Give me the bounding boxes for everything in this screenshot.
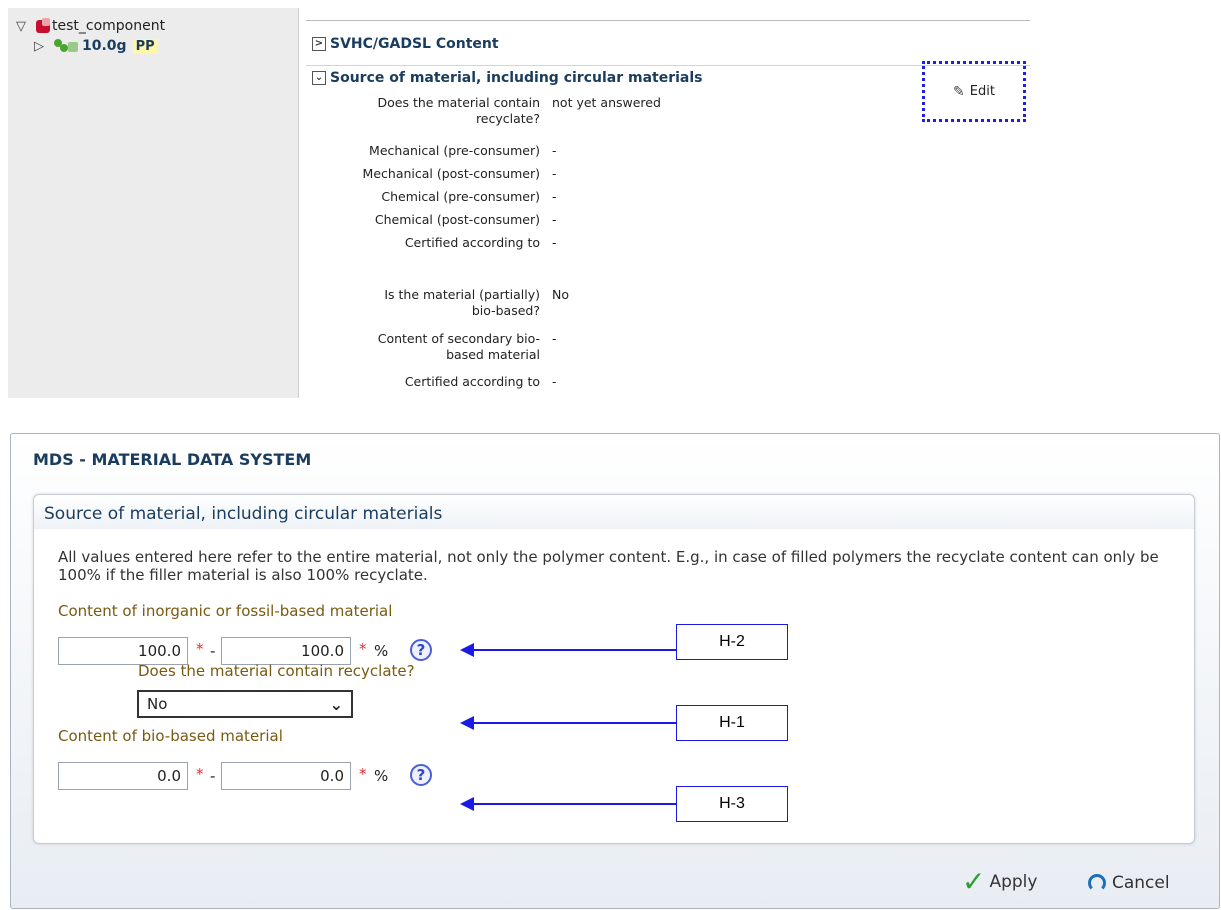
range-dash: - (210, 767, 216, 785)
inorganic-min-input[interactable]: 100.0 (58, 637, 188, 665)
material-type-badge: PP (132, 38, 158, 54)
detail-panel: > SVHC/GADSL Content ⌄ Source of materia… (300, 8, 1030, 398)
apply-label: Apply (989, 872, 1038, 892)
row-value: - (552, 166, 557, 181)
dialog-title: MDS - MATERIAL DATA SYSTEM (33, 450, 312, 469)
row-label: Certified according to (404, 235, 540, 250)
edit-label: Edit (969, 84, 995, 99)
component-icon (36, 17, 50, 33)
recyclate-selected-value: No (147, 695, 168, 713)
required-mark: * (196, 765, 204, 783)
tree-panel: ▽ test_component ▷ 10.0g PP (8, 8, 299, 398)
section-svhc[interactable]: > SVHC/GADSL Content (312, 36, 499, 52)
row-value: - (552, 212, 557, 227)
recyclate-label: Does the material contain recyclate? (138, 662, 415, 680)
row-label: Certified according to (404, 374, 540, 389)
required-mark: * (196, 640, 204, 658)
help-icon[interactable]: ? (410, 639, 432, 661)
tree-node-label[interactable]: test_component (52, 18, 165, 34)
expand-toggle-icon[interactable]: ▷ (34, 39, 50, 54)
callout-h1: H-1 (676, 705, 788, 741)
callout-h2: H-2 (676, 624, 788, 660)
biobased-label: Content of bio-based material (58, 727, 283, 745)
edit-button[interactable]: ✎ Edit (922, 61, 1026, 122)
undo-icon (1088, 874, 1106, 892)
intro-text: All values entered here refer to the ent… (58, 548, 1159, 584)
row-value: - (552, 189, 557, 204)
row-value: not yet answered (552, 95, 661, 110)
annotation-arrow (460, 643, 676, 657)
row-value: - (552, 235, 557, 250)
pencil-icon: ✎ (953, 83, 965, 100)
row-value: - (552, 331, 557, 346)
material-weight[interactable]: 10.0g (82, 38, 127, 54)
tree-node-root[interactable]: ▽ test_component (16, 17, 165, 34)
collapse-icon[interactable]: ⌄ (312, 71, 326, 85)
checkmark-icon: ✓ (962, 865, 986, 898)
biobased-max-input[interactable]: 0.0 (221, 762, 351, 790)
row-value: - (552, 143, 557, 158)
row-label: Is the material (partially) bio-based? (384, 287, 540, 318)
row-label: Chemical (pre-consumer) (381, 189, 540, 204)
section-title: SVHC/GADSL Content (330, 36, 499, 52)
row-label: Mechanical (post-consumer) (362, 166, 540, 181)
range-dash: - (210, 642, 216, 660)
percent-unit: % (374, 642, 389, 660)
row-label: Content of secondary bio- based material (377, 331, 540, 362)
divider (306, 20, 1030, 21)
biobased-min-input[interactable]: 0.0 (58, 762, 188, 790)
help-icon[interactable]: ? (410, 764, 432, 786)
expand-icon[interactable]: > (312, 37, 326, 51)
apply-button[interactable]: ✓ Apply (962, 865, 1038, 898)
chevron-down-icon: ⌄ (329, 694, 343, 714)
annotation-arrow (460, 797, 676, 811)
required-mark: * (359, 640, 367, 658)
annotation-arrow (460, 716, 676, 730)
section-source-material[interactable]: ⌄ Source of material, including circular… (312, 70, 703, 86)
row-label: Chemical (post-consumer) (374, 212, 540, 227)
recyclate-select[interactable]: No ⌄ (137, 690, 353, 718)
callout-h3: H-3 (676, 786, 788, 822)
cancel-button[interactable]: Cancel (1088, 873, 1170, 893)
row-label: Does the material contain recyclate? (377, 95, 540, 126)
cancel-label: Cancel (1112, 873, 1170, 893)
row-value: No (552, 287, 569, 302)
section-title: Source of material, including circular m… (330, 70, 703, 86)
material-icon (54, 39, 80, 53)
required-mark: * (359, 765, 367, 783)
inorganic-label: Content of inorganic or fossil-based mat… (58, 602, 393, 620)
row-label: Mechanical (pre-consumer) (369, 143, 540, 158)
inorganic-max-input[interactable]: 100.0 (221, 637, 351, 665)
percent-unit: % (374, 767, 389, 785)
collapse-toggle-icon[interactable]: ▽ (16, 19, 32, 34)
form-section-title: Source of material, including circular m… (34, 495, 1194, 529)
row-value: - (552, 374, 557, 389)
tree-node-material[interactable]: ▷ 10.0g PP (34, 38, 158, 54)
